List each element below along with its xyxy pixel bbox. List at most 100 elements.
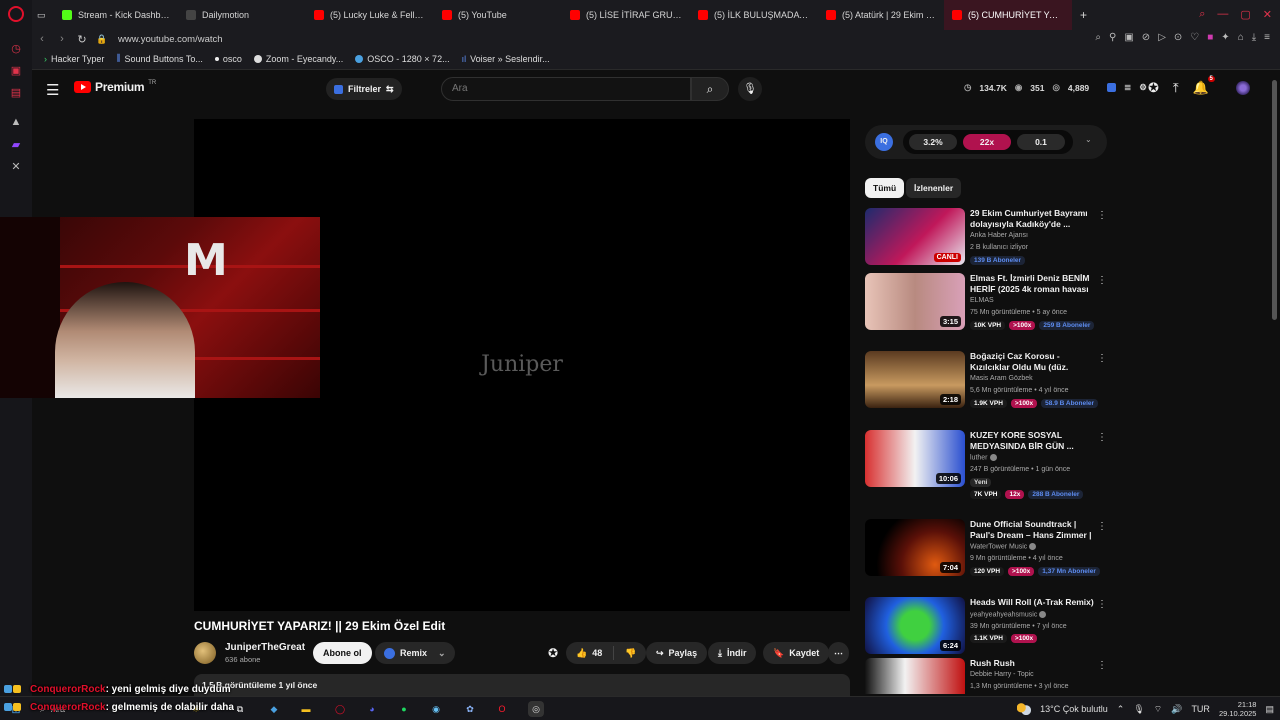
video-thumbnail[interactable]: 3:15 [865, 273, 965, 330]
recommendation-item[interactable]: 6:24 Heads Will Roll (A-Trak Remix) yeah… [865, 597, 1110, 659]
extension-icon[interactable]: ■ [1207, 32, 1213, 43]
new-tab-button[interactable]: + [1072, 0, 1092, 30]
forward-icon[interactable]: › [52, 33, 72, 45]
chevron-down-icon[interactable]: ⌄ [1085, 135, 1092, 144]
spotify-icon[interactable]: ● [396, 701, 412, 717]
more-icon[interactable]: ⋮ [1097, 432, 1107, 443]
hamburger-menu-icon[interactable]: ☰ [46, 81, 59, 99]
snapshot-icon[interactable]: ▣ [1124, 32, 1133, 43]
video-thumbnail[interactable]: 6:24 [865, 597, 965, 654]
more-icon[interactable]: ⋮ [1097, 210, 1107, 221]
notification-center-icon[interactable]: ▤ [1265, 704, 1274, 715]
rec-title[interactable]: Dune Official Soundtrack | Paul's Dream … [970, 519, 1095, 541]
share-button[interactable]: ↪ Paylaş [646, 642, 708, 664]
heart-icon[interactable]: ♡ [1190, 32, 1199, 43]
rec-channel[interactable]: WaterTower Music [970, 543, 1037, 550]
obs-icon[interactable]: ◎ [528, 701, 544, 717]
notifications-icon[interactable]: 🔔 5 [1193, 76, 1215, 96]
channel-name[interactable]: JuniperTheGreat [225, 642, 305, 653]
bookmark-sound-buttons[interactable]: ⫼ Sound Buttons To... [116, 53, 203, 64]
rec-channel[interactable]: ELMAS [970, 297, 994, 304]
more-icon[interactable]: ⋮ [1097, 599, 1107, 610]
opera-logo-icon[interactable] [8, 6, 24, 22]
discord-icon[interactable]: ◕ [364, 701, 380, 717]
file-explorer-icon[interactable]: ▬ [298, 701, 314, 717]
microphone-icon[interactable]: 🎙 [1133, 704, 1144, 715]
messenger-icon[interactable]: ▣ [8, 62, 24, 78]
recommendation-item[interactable]: 2:18 Boğaziçi Caz Korosu - Kızılcıklar O… [865, 351, 1110, 413]
rec-title[interactable]: Elmas Ft. İzmirli Deniz BENİM HERİF (202… [970, 273, 1095, 295]
tab-cumhuriyet-active[interactable]: (5) CUMHURİYET YAPARI [944, 0, 1072, 30]
reload-icon[interactable]: ↻ [72, 33, 92, 46]
iq-icon[interactable]: IQ [875, 133, 893, 151]
puzzle-icon[interactable]: ✦ [1221, 32, 1229, 43]
rec-channel[interactable]: Masis Aram Gözbek [970, 375, 1033, 382]
tab-lucky-luke[interactable]: (5) Lucky Luke & Fella - S [306, 0, 434, 30]
rec-title[interactable]: Rush Rush [970, 658, 1095, 669]
bookmark-osco[interactable]: osco [214, 54, 242, 64]
app-icon[interactable]: ✿ [462, 701, 478, 717]
video-thumbnail[interactable]: 10:06 [865, 430, 965, 487]
rec-title[interactable]: KUZEY KORE SOSYAL MEDYASINDA BİR GÜN ... [970, 430, 1095, 452]
volume-icon[interactable]: 🔊 [1171, 704, 1182, 715]
video-thumbnail[interactable] [865, 658, 965, 694]
list-icon[interactable]: ≣ [1124, 82, 1131, 93]
vpn-icon[interactable]: ⊙ [1174, 32, 1182, 43]
search-tabs-icon[interactable]: ⌕ [1199, 8, 1205, 21]
download-button[interactable]: ⤓ İndir [708, 642, 757, 664]
extension-settings-icon[interactable]: ✪ [1148, 80, 1159, 96]
bookmark-osco-1280[interactable]: OSCO - 1280 × 72... [355, 54, 450, 64]
youtube-logo[interactable]: Premium TR [74, 80, 156, 94]
bookmark-add-icon[interactable]: ⚲ [1109, 32, 1116, 43]
bookmark-voiser[interactable]: ıl Voiser » Seslendir... [462, 54, 550, 64]
opera-gx-icon[interactable]: ◯ [332, 701, 348, 717]
channel-avatar[interactable] [194, 642, 216, 664]
pin-icon[interactable]: ⌂ [1238, 32, 1244, 43]
subscribe-button[interactable]: Abone ol [313, 642, 372, 664]
chip-all[interactable]: Tümü [865, 178, 905, 198]
back-icon[interactable]: ‹ [32, 33, 52, 45]
language[interactable]: TUR [1191, 704, 1210, 714]
scrollbar-thumb[interactable] [1272, 80, 1277, 320]
tab-ilk-bulusma[interactable]: (5) İLK BULUŞMADA YAP [690, 0, 818, 30]
tab-kick[interactable]: Stream - Kick Dashboard [54, 0, 178, 30]
maximize-icon[interactable]: ▢ [1240, 8, 1250, 21]
tab-ataturk[interactable]: (5) Atatürk | 29 Ekim Edit [818, 0, 944, 30]
video-thumbnail[interactable]: 2:18 [865, 351, 965, 408]
thumbs-down-icon[interactable]: 👎 [625, 648, 636, 659]
recommendation-item[interactable]: 7:04 Dune Official Soundtrack | Paul's D… [865, 519, 1110, 581]
description-box[interactable]: 1,5 B görüntüleme 1 yıl önce [194, 674, 850, 696]
rec-channel[interactable]: Anka Haber Ajansı [970, 232, 1028, 239]
weather-text[interactable]: 13°C Çok bulutlu [1040, 704, 1108, 714]
chevron-up-icon[interactable]: ⌃ [1117, 704, 1125, 715]
tab-menu-icon[interactable]: ▭ [32, 0, 54, 30]
clock[interactable]: 21:18 29.10.2025 [1219, 700, 1257, 718]
voice-search-button[interactable]: 🎙 [738, 77, 762, 101]
adblock-icon[interactable]: ⊘ [1142, 32, 1150, 43]
tab-dailymotion[interactable]: Dailymotion [178, 0, 306, 30]
minimize-icon[interactable]: — [1217, 8, 1228, 21]
zoom-icon[interactable]: ⌕ [1095, 32, 1101, 43]
player-icon[interactable]: ▤ [8, 84, 24, 100]
like-button[interactable]: 👍 48 👎 [566, 642, 647, 664]
rec-title[interactable]: Boğaziçi Caz Korosu - Kızılcıklar Oldu M… [970, 351, 1095, 373]
upload-icon[interactable]: ⤒ [1173, 80, 1179, 96]
steam-icon[interactable]: ◉ [428, 701, 444, 717]
url-field[interactable]: www.youtube.com/watch [118, 34, 223, 45]
rec-title[interactable]: Heads Will Roll (A-Trak Remix) [970, 597, 1095, 608]
more-icon[interactable]: ⋮ [1097, 275, 1107, 286]
tab-lise-itiraf[interactable]: (5) LİSE İTİRAF GRUPLAR [562, 0, 690, 30]
save-button[interactable]: 🔖 Kaydet [763, 642, 830, 664]
player-icon[interactable]: ▷ [1158, 32, 1166, 43]
bookmark-zoom[interactable]: Zoom - Eyecandy... [253, 54, 343, 64]
extension-settings-icon[interactable]: ✪ [548, 646, 558, 660]
page-scrollbar[interactable] [1272, 72, 1278, 692]
aria-icon[interactable]: ▲ [8, 114, 24, 130]
rec-channel[interactable]: yeahyeahyeahsmusic [970, 611, 1047, 618]
account-avatar[interactable] [1236, 81, 1250, 95]
twitch-icon[interactable]: ▰ [8, 136, 24, 152]
chip-watched[interactable]: İzlenenler [906, 178, 962, 198]
filters-button[interactable]: Filtreler ⇆ [326, 78, 402, 100]
recommendation-item[interactable]: 3:15 Elmas Ft. İzmirli Deniz BENİM HERİF… [865, 273, 1110, 335]
tab-youtube[interactable]: (5) YouTube [434, 0, 562, 30]
